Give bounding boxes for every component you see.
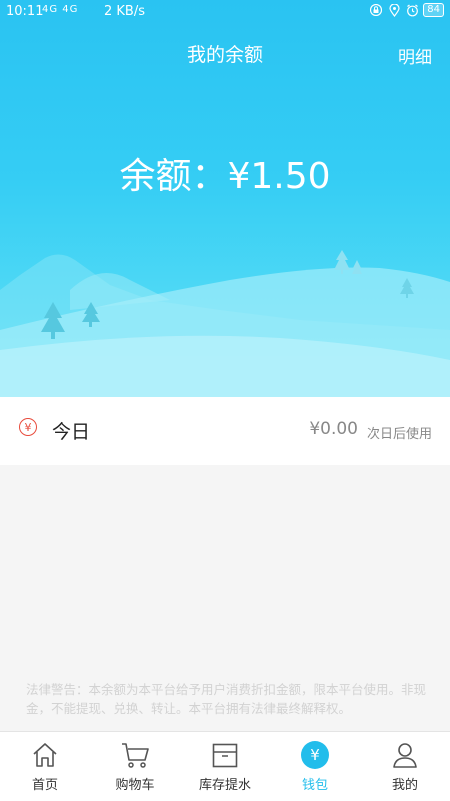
tab-label: 首页 xyxy=(31,778,58,793)
battery-indicator: 84 xyxy=(423,3,444,17)
tab-inventory[interactable]: 库存提水 xyxy=(180,732,270,801)
tab-cart[interactable]: 购物车 xyxy=(90,732,180,801)
status-bar: 10:11 4G 4G 2 KB/s 84 xyxy=(0,0,450,24)
home-icon xyxy=(30,740,60,770)
tab-label: 我的 xyxy=(391,778,418,793)
today-note: 次日后使用 xyxy=(366,427,432,442)
today-label: 今日 xyxy=(52,421,91,443)
balance-amount: 余额：¥1.50 xyxy=(119,156,331,197)
cart-icon xyxy=(120,740,150,770)
lock-icon xyxy=(369,3,383,17)
tab-wallet[interactable]: ¥ 钱包 xyxy=(270,732,360,801)
status-time: 10:11 xyxy=(6,4,44,19)
yen-icon: ¥ xyxy=(19,418,37,436)
network-indicator: 4G 4G xyxy=(42,4,79,15)
page-title: 我的余额 xyxy=(186,44,263,66)
tab-label: 钱包 xyxy=(301,778,328,793)
detail-link[interactable]: 明细 xyxy=(398,43,432,68)
tab-label: 购物车 xyxy=(115,778,155,793)
today-balance-row: ¥ 今日 ¥0.00 次日后使用 xyxy=(0,397,450,465)
wallet-icon: ¥ xyxy=(300,740,330,770)
legal-notice: 法律警告：本余额为本平台给予用户消费折扣金额，限本平台使用。非现金，不能提现、兑… xyxy=(26,682,427,716)
today-amount: ¥0.00 xyxy=(309,419,358,439)
wallet-yen-badge: ¥ xyxy=(301,741,329,769)
tab-profile[interactable]: 我的 xyxy=(360,732,450,801)
location-icon xyxy=(387,3,401,17)
tab-label: 库存提水 xyxy=(198,778,251,793)
balance-hero: 10:11 4G 4G 2 KB/s 84 我的余额 明细 余额：¥1.50 xyxy=(0,0,450,397)
bottom-tab-bar: 首页 购物车 库存提水 ¥ 钱包 我的 xyxy=(0,731,450,801)
network-speed: 2 KB/s xyxy=(104,4,145,19)
alarm-icon xyxy=(405,3,419,17)
status-icons: 84 xyxy=(369,3,444,17)
tab-home[interactable]: 首页 xyxy=(0,732,90,801)
user-icon xyxy=(390,740,420,770)
box-icon xyxy=(210,740,240,770)
